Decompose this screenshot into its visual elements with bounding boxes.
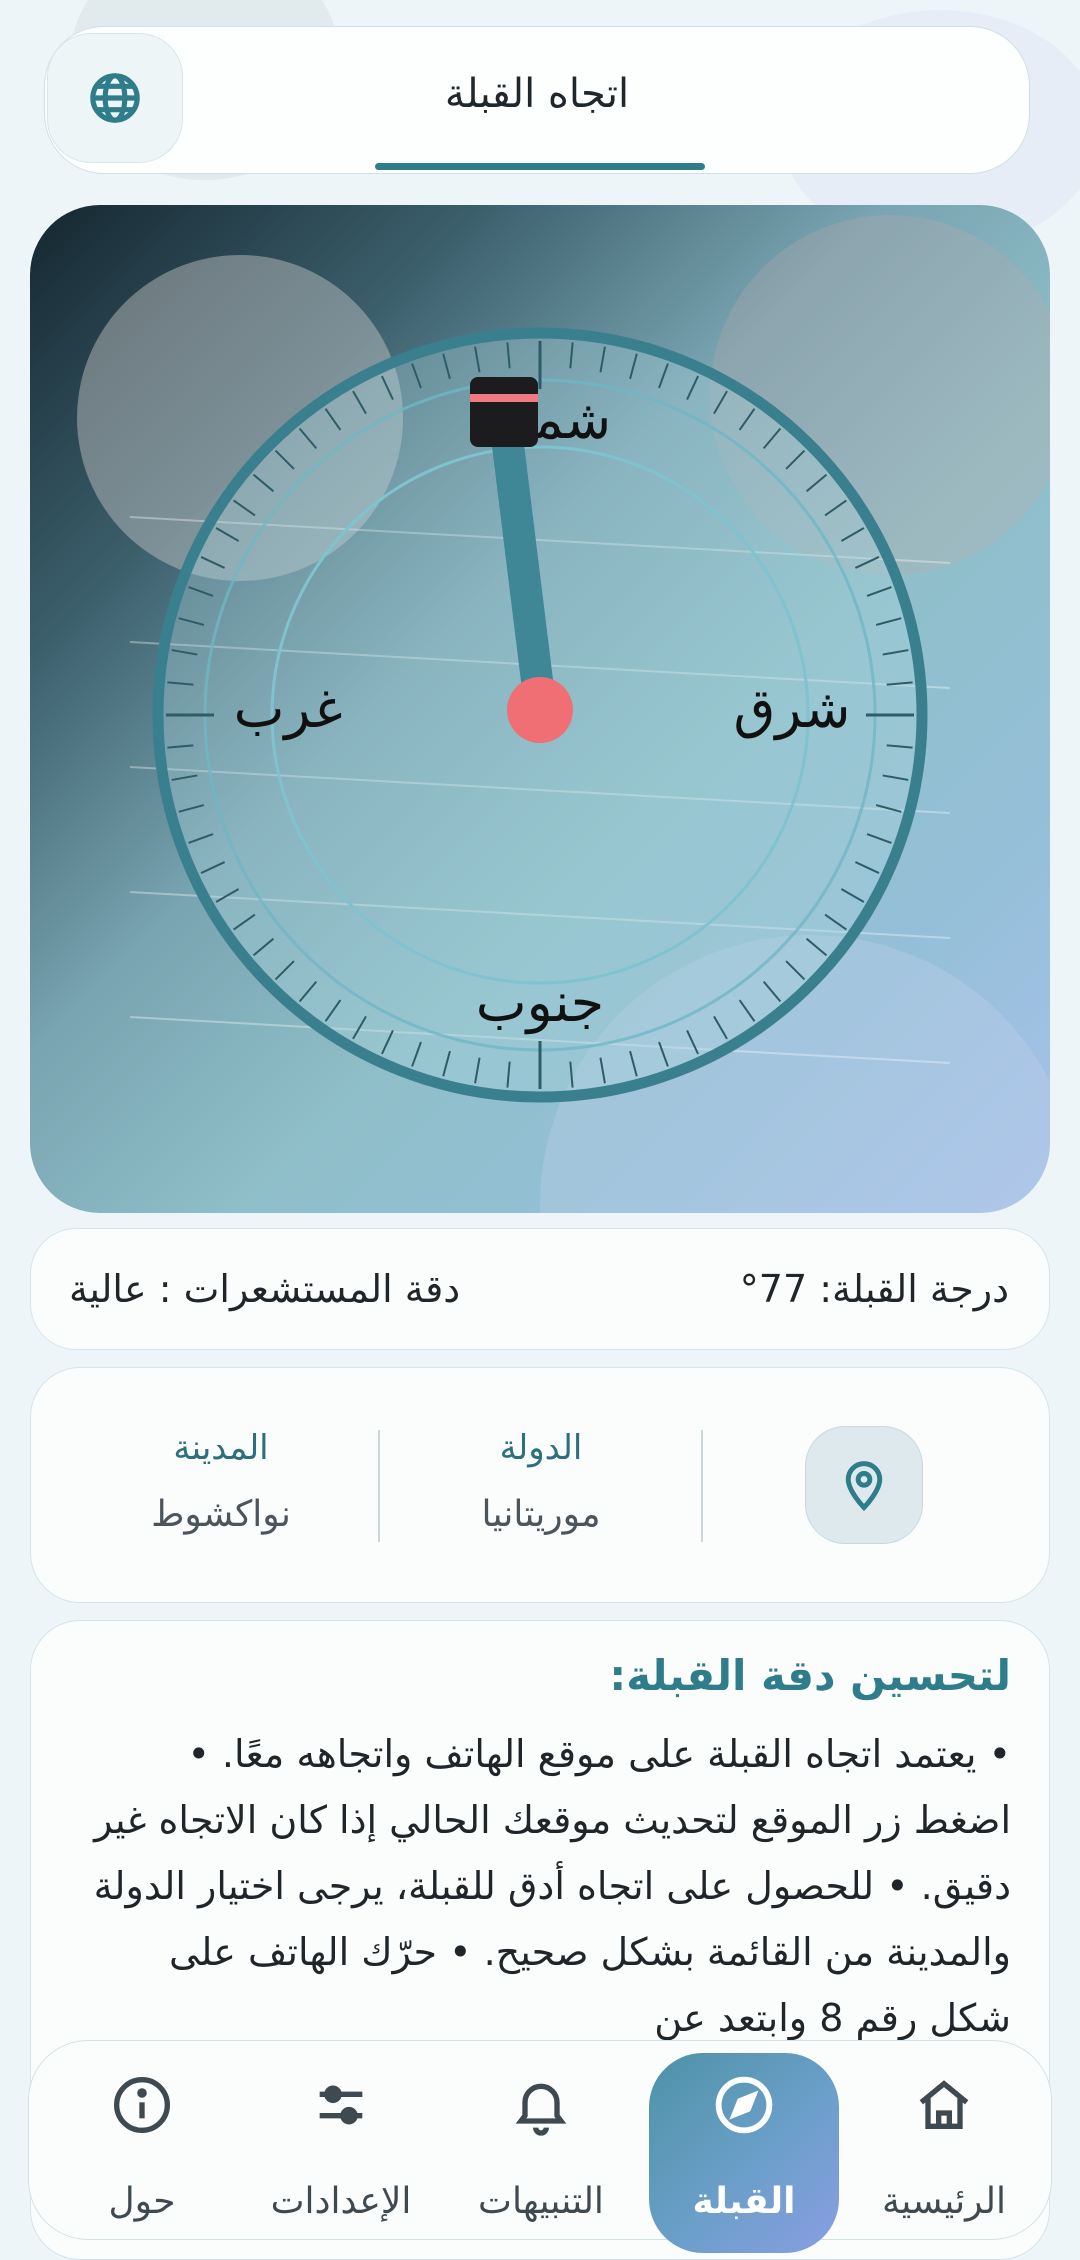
nav-qibla-label: القبلة bbox=[692, 2181, 796, 2222]
city-label: المدينة bbox=[173, 1428, 269, 1468]
country-value: موريتانيا bbox=[481, 1494, 601, 1535]
city-value: نواكشوط bbox=[151, 1494, 291, 1535]
south-label: جنوب bbox=[476, 971, 604, 1034]
location-pin-icon bbox=[845, 1461, 883, 1512]
nav-settings[interactable]: الإعدادات bbox=[246, 2041, 436, 2241]
divider bbox=[378, 1430, 380, 1542]
nav-notifications[interactable]: التنبيهات bbox=[446, 2041, 636, 2241]
nav-home[interactable]: الرئيسية bbox=[849, 2041, 1039, 2241]
qibla-info-card: درجة القبلة: 77° دقة المستشعرات : عالية bbox=[30, 1228, 1050, 1350]
update-location-button[interactable] bbox=[805, 1426, 923, 1544]
info-icon bbox=[114, 2077, 170, 2133]
nav-settings-label: الإعدادات bbox=[270, 2181, 412, 2222]
kaaba-icon bbox=[470, 377, 538, 447]
language-button[interactable] bbox=[47, 33, 183, 163]
nav-qibla[interactable]: القبلة bbox=[649, 2053, 839, 2253]
tips-body: • يعتمد اتجاه القبلة على موقع الهاتف وات… bbox=[93, 1732, 1011, 2040]
home-icon bbox=[919, 2080, 969, 2129]
bottom-navigation: الرئيسية القبلة التنبيهات الإعدادات حول bbox=[28, 2040, 1052, 2253]
qibla-compass-card: شمال شرق غرب جنوب bbox=[30, 205, 1050, 1213]
compass-dial: شمال شرق غرب جنوب bbox=[77, 215, 1050, 1213]
sliders-icon bbox=[319, 2085, 363, 2125]
west-label: غرب bbox=[234, 677, 343, 740]
east-label: شرق bbox=[734, 677, 851, 740]
location-card: الدولة موريتانيا المدينة نواكشوط bbox=[30, 1367, 1050, 1603]
title-underline bbox=[375, 163, 705, 170]
city-selector[interactable]: المدينة نواكشوط bbox=[101, 1428, 341, 1535]
divider bbox=[701, 1430, 703, 1542]
tips-title: لتحسين دقة القبلة: bbox=[609, 1651, 1011, 1700]
nav-about-label: حول bbox=[108, 2181, 176, 2222]
country-label: الدولة bbox=[499, 1428, 583, 1468]
page-title: اتجاه القبلة bbox=[444, 71, 630, 117]
nav-about[interactable]: حول bbox=[47, 2041, 237, 2241]
app-header: اتجاه القبلة bbox=[44, 26, 1030, 174]
nav-notifications-label: التنبيهات bbox=[478, 2181, 604, 2222]
qibla-degree: درجة القبلة: 77° bbox=[739, 1267, 1009, 1311]
nav-home-label: الرئيسية bbox=[882, 2181, 1006, 2222]
needle-center bbox=[507, 677, 573, 743]
globe-icon bbox=[90, 73, 140, 123]
country-selector[interactable]: الدولة موريتانيا bbox=[421, 1428, 661, 1535]
sensor-accuracy: دقة المستشعرات : عالية bbox=[69, 1267, 461, 1311]
bell-icon bbox=[515, 2083, 567, 2136]
compass-icon bbox=[715, 2076, 773, 2134]
